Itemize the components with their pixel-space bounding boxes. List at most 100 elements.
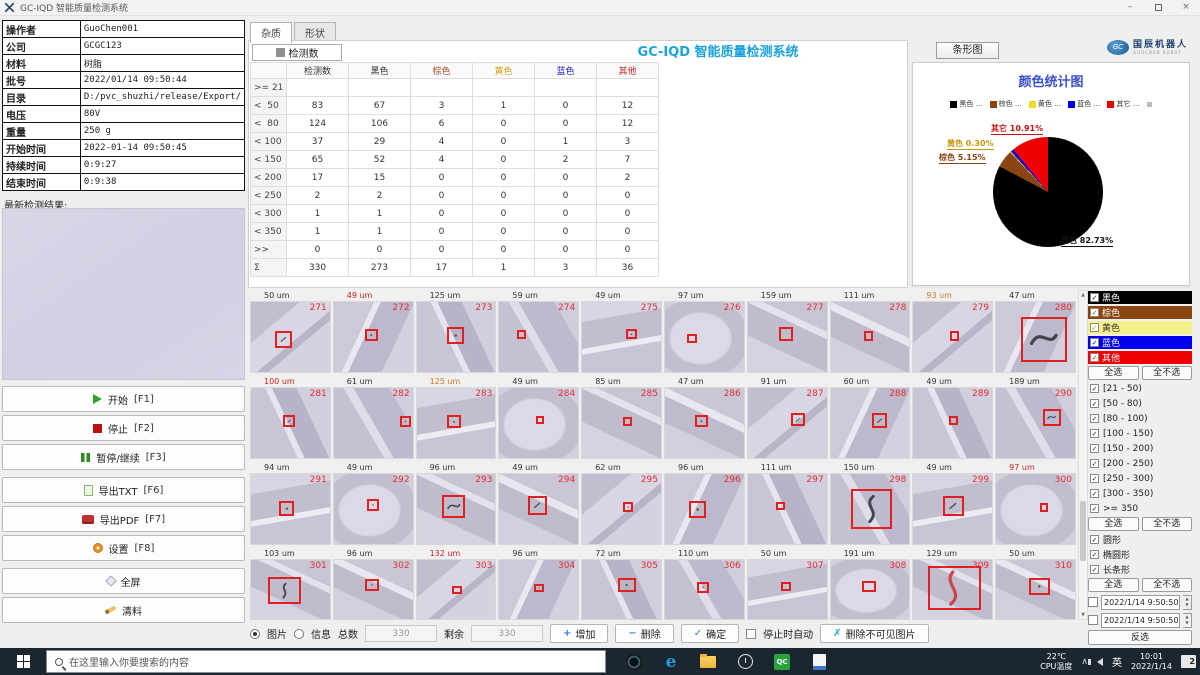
tile-image[interactable]: 278 <box>830 301 911 373</box>
tile-image[interactable]: 297 <box>747 473 828 545</box>
tile-image[interactable]: 301 <box>250 559 331 620</box>
tile-image[interactable]: 273 <box>416 301 497 373</box>
defect-tile[interactable]: 49 um292 <box>333 462 414 545</box>
invert-selection-button[interactable]: 反选 <box>1088 630 1192 645</box>
grid-scrollbar[interactable]: ▲ ▼ <box>1078 290 1088 620</box>
range-filter[interactable]: ✓[100 - 150) <box>1088 427 1192 440</box>
color-filter-其他[interactable]: ✓其他 <box>1088 351 1192 364</box>
tile-image[interactable]: 294 <box>498 473 579 545</box>
defect-tile[interactable]: 129 um309 <box>912 548 993 620</box>
defect-tile[interactable]: 159 um277 <box>747 290 828 373</box>
defect-tile[interactable]: 85 um285 <box>581 376 662 459</box>
radio-image[interactable] <box>250 629 260 639</box>
date-spinner[interactable]: ▲▼ <box>1183 613 1192 628</box>
checkbox[interactable]: ✓ <box>1090 293 1099 302</box>
color-filter-蓝色[interactable]: ✓蓝色 <box>1088 336 1192 349</box>
date-field[interactable]: 2022/1/14 9:50:50: <box>1101 595 1180 610</box>
action-button[interactable]: 全屏 <box>2 568 245 594</box>
defect-tile[interactable]: 132 um303 <box>416 548 497 620</box>
tile-image[interactable]: 282 <box>333 387 414 459</box>
taskbar-app-qc[interactable]: QC <box>768 648 796 675</box>
hidden-icons-chevron[interactable]: ∧ <box>1081 657 1088 667</box>
tile-image[interactable]: 291 <box>250 473 331 545</box>
defect-tile[interactable]: 49 um275 <box>581 290 662 373</box>
defect-tile[interactable]: 62 um295 <box>581 462 662 545</box>
defect-tile[interactable]: 96 um296 <box>664 462 745 545</box>
spin-down-icon[interactable]: ▼ <box>1183 620 1191 627</box>
notification-button[interactable]: 2 <box>1181 655 1196 668</box>
tile-image[interactable]: 288 <box>830 387 911 459</box>
shape-filter-椭圆形[interactable]: ✓椭圆形 <box>1088 548 1192 561</box>
checkbox[interactable]: ✓ <box>1090 338 1099 347</box>
delete-invisible-button[interactable]: ✗ 删除不可见图片 <box>820 624 928 643</box>
defect-tile[interactable]: 191 um308 <box>830 548 911 620</box>
tile-image[interactable]: 310 <box>995 559 1076 620</box>
tile-image[interactable]: 299 <box>912 473 993 545</box>
defect-tile[interactable]: 150 um298 <box>830 462 911 545</box>
range-filter[interactable]: ✓>= 350 <box>1088 502 1192 515</box>
select-none-button[interactable]: 全不选 <box>1142 517 1193 531</box>
checkbox[interactable]: ✓ <box>1090 535 1099 544</box>
tile-image[interactable]: 300 <box>995 473 1076 545</box>
tile-image[interactable]: 272 <box>333 301 414 373</box>
start-button[interactable] <box>0 648 46 675</box>
checkbox[interactable] <box>1088 615 1098 625</box>
defect-tile[interactable]: 96 um304 <box>498 548 579 620</box>
tile-image[interactable]: 307 <box>747 559 828 620</box>
scroll-down-icon[interactable]: ▼ <box>1079 612 1087 618</box>
tile-image[interactable]: 306 <box>664 559 745 620</box>
clock-tray[interactable]: 10:01 2022/1/14 <box>1131 652 1172 672</box>
checkbox[interactable]: ✓ <box>1090 384 1099 393</box>
date-field[interactable]: 2022/1/14 9:50:50: <box>1101 613 1180 628</box>
checkbox[interactable]: ✓ <box>1090 308 1099 317</box>
range-filter[interactable]: ✓[200 - 250) <box>1088 457 1192 470</box>
defect-tile[interactable]: 110 um306 <box>664 548 745 620</box>
defect-tile[interactable]: 97 um276 <box>664 290 745 373</box>
defect-tile[interactable]: 125 um273 <box>416 290 497 373</box>
defect-tile[interactable]: 96 um293 <box>416 462 497 545</box>
tile-image[interactable]: 296 <box>664 473 745 545</box>
taskbar-app-explorer[interactable] <box>694 648 722 675</box>
tile-image[interactable]: 275 <box>581 301 662 373</box>
shape-filter-长条形[interactable]: ✓长条形 <box>1088 563 1192 576</box>
delete-button[interactable]: − 删除 <box>615 624 673 643</box>
taskbar-app-doc[interactable] <box>805 648 833 675</box>
defect-tile[interactable]: 97 um300 <box>995 462 1076 545</box>
volume-icon[interactable] <box>1097 658 1103 666</box>
defect-tile[interactable]: 50 um310 <box>995 548 1076 620</box>
tile-image[interactable]: 284 <box>498 387 579 459</box>
defect-tile[interactable]: 49 um289 <box>912 376 993 459</box>
tile-image[interactable]: 280 <box>995 301 1076 373</box>
tile-image[interactable]: 293 <box>416 473 497 545</box>
range-filter[interactable]: ✓[250 - 300) <box>1088 472 1192 485</box>
tile-image[interactable]: 289 <box>912 387 993 459</box>
tile-image[interactable]: 303 <box>416 559 497 620</box>
maximize-button[interactable] <box>1144 0 1172 16</box>
bar-chart-button[interactable]: 条形图 <box>936 42 999 59</box>
checkbox[interactable]: ✓ <box>1090 353 1099 362</box>
select-all-button[interactable]: 全选 <box>1088 517 1139 531</box>
checkbox[interactable]: ✓ <box>1090 504 1099 513</box>
tab-杂质[interactable]: 杂质 <box>250 22 292 43</box>
defect-tile[interactable]: 59 um274 <box>498 290 579 373</box>
checkbox[interactable] <box>1088 597 1098 607</box>
range-filter[interactable]: ✓[50 - 80) <box>1088 397 1192 410</box>
tile-image[interactable]: 308 <box>830 559 911 620</box>
checkbox[interactable]: ✓ <box>1090 489 1099 498</box>
tile-image[interactable]: 290 <box>995 387 1076 459</box>
checkbox[interactable]: ✓ <box>1090 474 1099 483</box>
defect-tile[interactable]: 96 um302 <box>333 548 414 620</box>
start-button-f1[interactable]: 开始[F1] <box>2 386 245 412</box>
radio-info[interactable] <box>294 629 304 639</box>
checkbox[interactable]: ✓ <box>1090 414 1099 423</box>
checkbox[interactable]: ✓ <box>1090 459 1099 468</box>
auto-on-stop-checkbox[interactable] <box>746 629 756 639</box>
tile-image[interactable]: 302 <box>333 559 414 620</box>
shape-filter-圆形[interactable]: ✓圆形 <box>1088 533 1192 546</box>
confirm-button[interactable]: ✓ 确定 <box>681 624 739 643</box>
action-button[interactable]: 设置[F8] <box>2 535 245 561</box>
minimize-button[interactable]: – <box>1116 0 1144 16</box>
spin-down-icon[interactable]: ▼ <box>1183 602 1191 609</box>
tile-image[interactable]: 277 <box>747 301 828 373</box>
tile-image[interactable]: 271 <box>250 301 331 373</box>
